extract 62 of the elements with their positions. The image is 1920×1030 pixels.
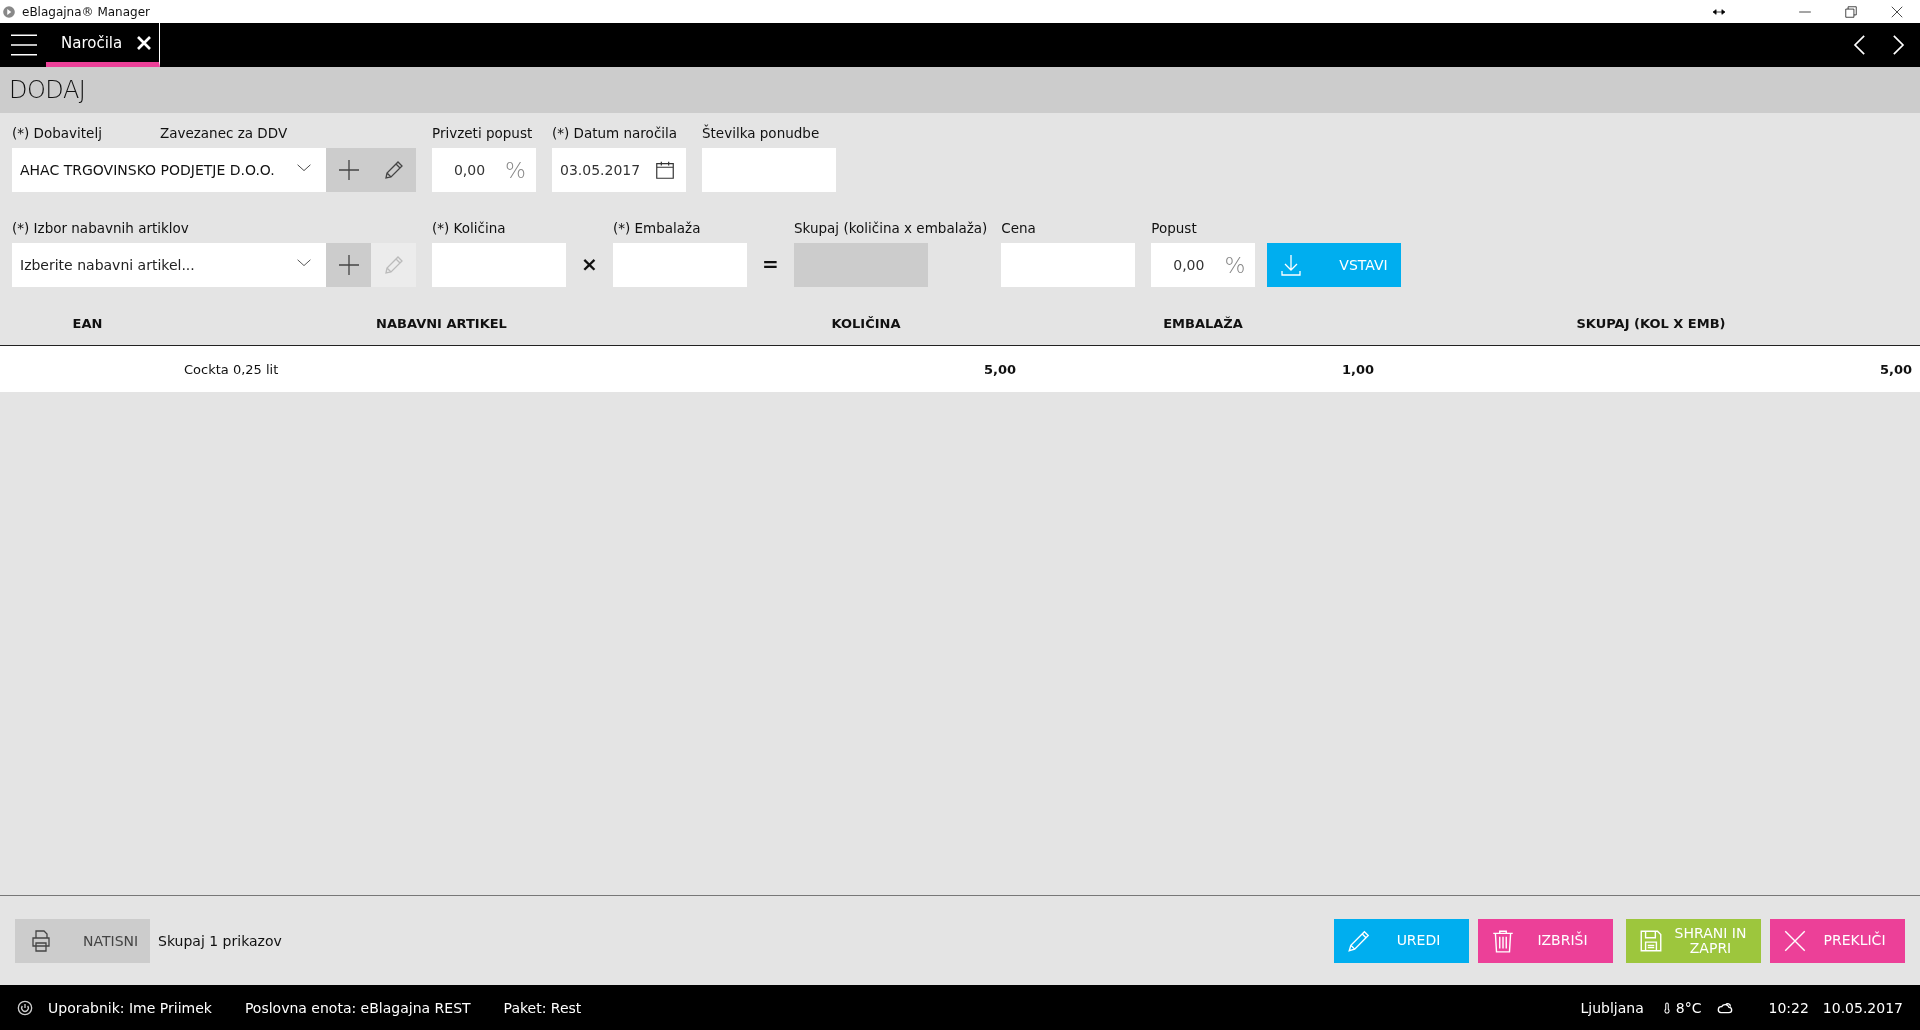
close-icon [1890,4,1904,19]
field-label: (*) Embalaža [613,220,702,238]
city-label: Ljubljana [1580,999,1644,1016]
input-field[interactable] [702,148,836,192]
page-title: DODAJ [0,67,1920,113]
field-label: Skupaj (količina x embalaža) [794,220,988,238]
field-label: Cena [1001,220,1037,238]
percent-sign: % [1224,252,1246,278]
power-icon [17,999,33,1016]
menu-icon [8,32,40,58]
field-label: Številka ponudbe [702,125,821,143]
add-button[interactable] [326,243,371,287]
plus-icon [336,253,361,277]
table-cell-text: 1,00 [1340,361,1375,377]
table-row[interactable]: Cockta 0,25 lit 5,00 1,00 5,00 [0,346,1920,392]
date-field[interactable]: 03.05.2017 [552,148,686,192]
window-title: eBlagajna® Manager [22,4,150,19]
calendar-icon [654,159,676,181]
field-label: (*) Dobavitelj [12,125,102,143]
power-button[interactable] [17,999,33,1016]
field-label: Privzeti popust [432,125,534,143]
column-header[interactable]: NABAVNI ARTIKEL [175,315,708,331]
column-header[interactable]: SKUPAJ (KOL X EMB) [1382,315,1920,331]
percent-field[interactable]: 0,00 % [1151,243,1256,287]
download-icon [1279,252,1304,278]
delete-button[interactable]: IZBRIŠI [1478,918,1613,963]
minimize-icon [1798,10,1812,13]
input-field[interactable] [1001,243,1136,287]
column-header[interactable]: EAN [0,315,175,331]
field-label: (*) Izbor nabavnih artiklov [12,220,190,238]
field-label: Zavezanec za DDV [159,125,288,143]
restore-icon [1844,4,1858,19]
cancel-button[interactable]: PREKLIČI [1770,918,1905,963]
field-label: (*) Količina [432,220,507,238]
field-label: (*) Datum naročila [552,125,679,143]
input-field[interactable] [613,243,747,287]
business-unit-label: Poslovna enota: eBlagajna REST [244,999,471,1016]
package-label: Paket: Rest [503,999,582,1016]
percent-field[interactable]: 0,00 % [432,148,536,192]
equals-sign: = [761,251,780,276]
record-count: Skupaj 1 prikazov [158,932,282,949]
close-icon [136,34,153,51]
percent-sign: % [505,157,526,183]
user-label: Uporabnik: Ime Priimek [48,999,212,1016]
temperature-label: 8°C [1675,999,1702,1016]
column-header[interactable]: KOLIČINA [708,315,1024,331]
multiply-sign: × [580,251,599,276]
table-cell-text: Cockta 0,25 lit [183,361,280,377]
plus-icon [336,158,361,182]
time-label: 10:22 [1768,999,1809,1016]
print-button[interactable]: NATISNI [15,918,150,963]
article-dropdown[interactable]: Izberite nabavni artikel... [12,243,326,287]
input-field[interactable] [432,243,566,287]
printer-icon [29,927,53,954]
table-cell-text: 5,00 [982,361,1017,377]
add-button[interactable] [326,148,371,192]
column-header[interactable]: EMBALAŽA [1024,315,1382,331]
table-cell-text: 5,00 [1878,361,1913,377]
field-label: Popust [1151,220,1198,238]
date-label: 10.05.2017 [1822,999,1903,1016]
supplier-dropdown[interactable]: AHAC TRGOVINSKO PODJETJE D.O.O. [12,148,326,192]
edit-button[interactable] [371,148,416,192]
